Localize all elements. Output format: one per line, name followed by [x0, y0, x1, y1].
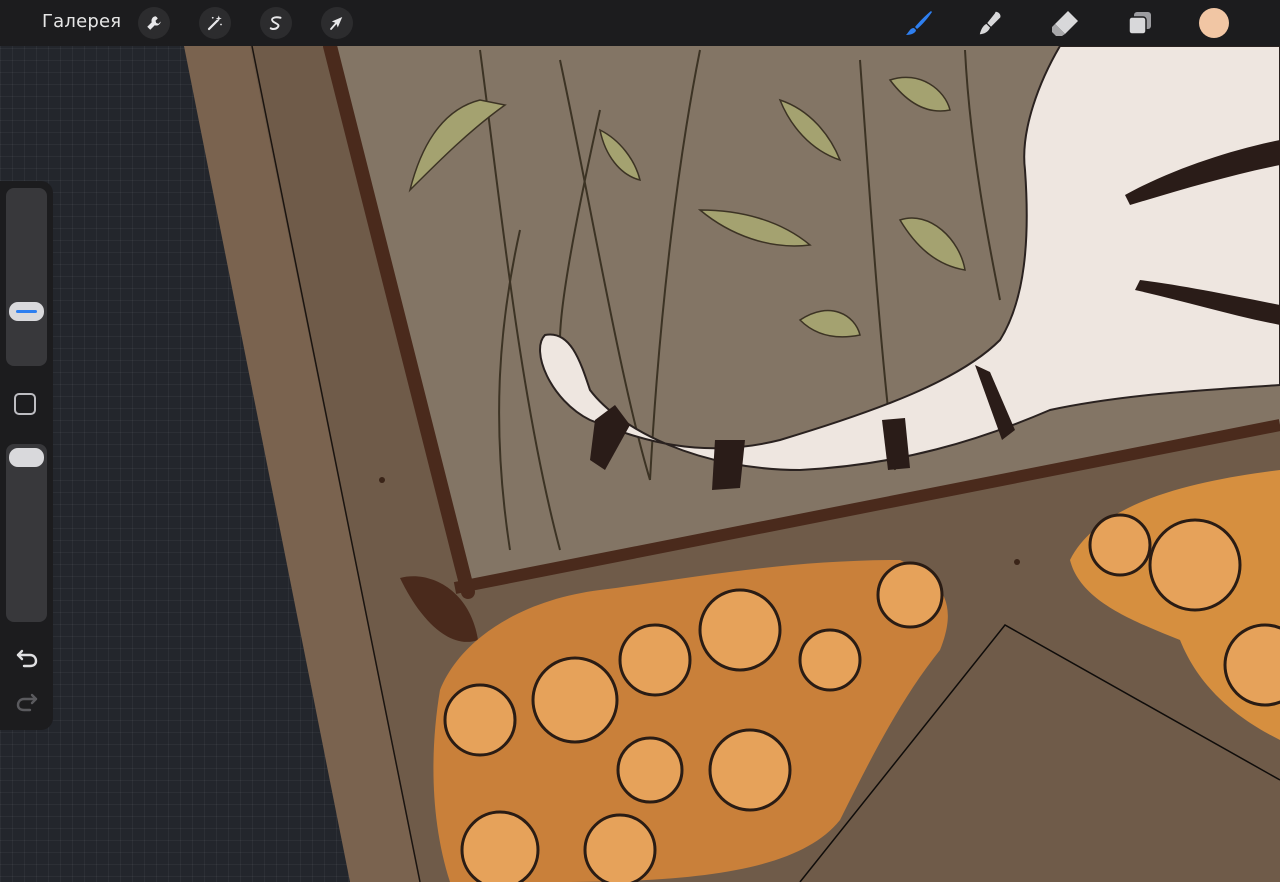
wrench-icon: [147, 16, 161, 30]
color-picker-swatch[interactable]: [1199, 8, 1229, 38]
actions-button[interactable]: [138, 7, 170, 39]
selection-s-icon: [269, 16, 282, 30]
smudge-tool-button[interactable]: [974, 6, 1008, 40]
opacity-slider[interactable]: [6, 444, 47, 622]
layers-button[interactable]: [1123, 6, 1157, 40]
top-toolbar: Галерея: [0, 0, 1280, 46]
arrow-cursor-icon: [330, 17, 343, 30]
gallery-button[interactable]: Галерея: [42, 11, 121, 32]
transform-button[interactable]: [321, 7, 353, 39]
ink-speck: [379, 477, 385, 483]
layers-icon: [1128, 12, 1151, 35]
selection-button[interactable]: [260, 7, 292, 39]
eraser-tool-button[interactable]: [1048, 6, 1082, 40]
undo-icon: [16, 649, 38, 668]
modify-button[interactable]: [14, 393, 36, 415]
brush-tool-button[interactable]: [902, 6, 936, 40]
redo-button[interactable]: [13, 690, 41, 714]
redo-icon: [16, 693, 38, 712]
undo-button[interactable]: [13, 646, 41, 670]
opacity-slider-handle[interactable]: [9, 448, 44, 467]
magic-wand-icon: [207, 15, 222, 31]
eraser-icon: [1052, 11, 1078, 36]
artwork-canvas[interactable]: [0, 0, 1280, 882]
brush-size-slider[interactable]: [6, 188, 47, 366]
adjustments-button[interactable]: [199, 7, 231, 39]
ink-speck: [1014, 559, 1020, 565]
brush-size-slider-handle[interactable]: [9, 302, 44, 322]
smudge-icon: [979, 11, 1001, 35]
left-sidebar: [0, 181, 53, 730]
brush-icon: [906, 11, 932, 35]
